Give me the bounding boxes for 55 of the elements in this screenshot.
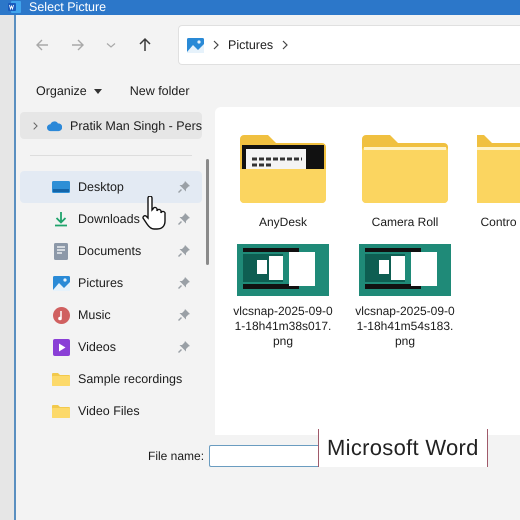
sidebar-item-label: Documents xyxy=(78,244,142,258)
pictures-folder-icon xyxy=(187,38,204,52)
music-icon xyxy=(52,306,70,324)
sidebar-item[interactable]: Music xyxy=(20,299,202,331)
sidebar-item-label: Music xyxy=(78,308,112,322)
picture-icon xyxy=(52,276,70,290)
onedrive-account-item[interactable]: Pratik Man Singh - Pers xyxy=(20,112,202,139)
cloud-icon xyxy=(46,120,62,132)
scrollbar[interactable] xyxy=(206,159,209,265)
sidebar-item[interactable]: Sample recordings xyxy=(20,363,202,395)
sidebar-item[interactable]: Desktop xyxy=(20,171,202,203)
breadcrumb[interactable]: Pictures xyxy=(228,38,274,52)
word-logo-icon xyxy=(8,1,21,13)
folder-icon xyxy=(238,133,328,205)
pin-icon[interactable] xyxy=(178,245,190,257)
sidebar-item[interactable]: Downloads xyxy=(20,203,202,235)
sidebar-item[interactable]: Video Files xyxy=(20,395,202,427)
expand-chevron-icon[interactable] xyxy=(32,120,39,130)
sidebar-item-label: Downloads xyxy=(78,212,141,226)
pin-icon[interactable] xyxy=(178,341,190,353)
file-name-label: vlcsnap-2025-09-01-18h41m54s183.png xyxy=(355,304,455,349)
sidebar-item-label: Sample recordings xyxy=(78,372,184,386)
desktop-icon xyxy=(52,180,70,194)
file-name-field[interactable] xyxy=(209,445,318,467)
folder-icon xyxy=(52,404,70,418)
toolbar-button[interactable]: Organize xyxy=(36,84,102,98)
pin-icon[interactable] xyxy=(178,309,190,321)
window-title: Select Picture xyxy=(29,0,106,14)
sidebar-item[interactable]: Documents xyxy=(20,235,202,267)
pin-icon[interactable] xyxy=(178,213,190,225)
file-name-label: Camera Roll xyxy=(370,215,440,230)
file-name-label: Contro xyxy=(479,215,518,230)
sidebar-item-label: Videos xyxy=(78,340,117,354)
sidebar-item-label: Desktop xyxy=(78,180,125,194)
sidebar-item-label: Pictures xyxy=(78,276,124,290)
pin-icon[interactable] xyxy=(178,181,190,193)
folder-icon xyxy=(360,133,450,205)
hand-cursor-icon xyxy=(142,196,166,230)
caret-icon xyxy=(94,88,102,94)
pin-icon[interactable] xyxy=(178,277,190,289)
folder-icon xyxy=(52,372,70,386)
file-name-label: File name: xyxy=(148,448,204,465)
file-name-label: vlcsnap-2025-09-01-18h41m38s017.png xyxy=(233,304,333,349)
sidebar-item[interactable]: Pictures xyxy=(20,267,202,299)
sidebar-item[interactable]: Videos xyxy=(20,331,202,363)
sidebar-item-label: Video Files xyxy=(78,404,141,418)
download-icon xyxy=(53,211,69,227)
address-bar[interactable]: Pictures xyxy=(178,25,520,65)
video-icon xyxy=(52,338,70,356)
video-caption: Microsoft Word xyxy=(318,429,488,467)
chevron-right-icon xyxy=(281,40,290,50)
chevron-right-icon xyxy=(212,40,220,50)
toolbar-button[interactable]: New folder xyxy=(130,84,190,98)
file-name-label: AnyDesk xyxy=(258,215,308,230)
document-icon xyxy=(54,242,68,260)
